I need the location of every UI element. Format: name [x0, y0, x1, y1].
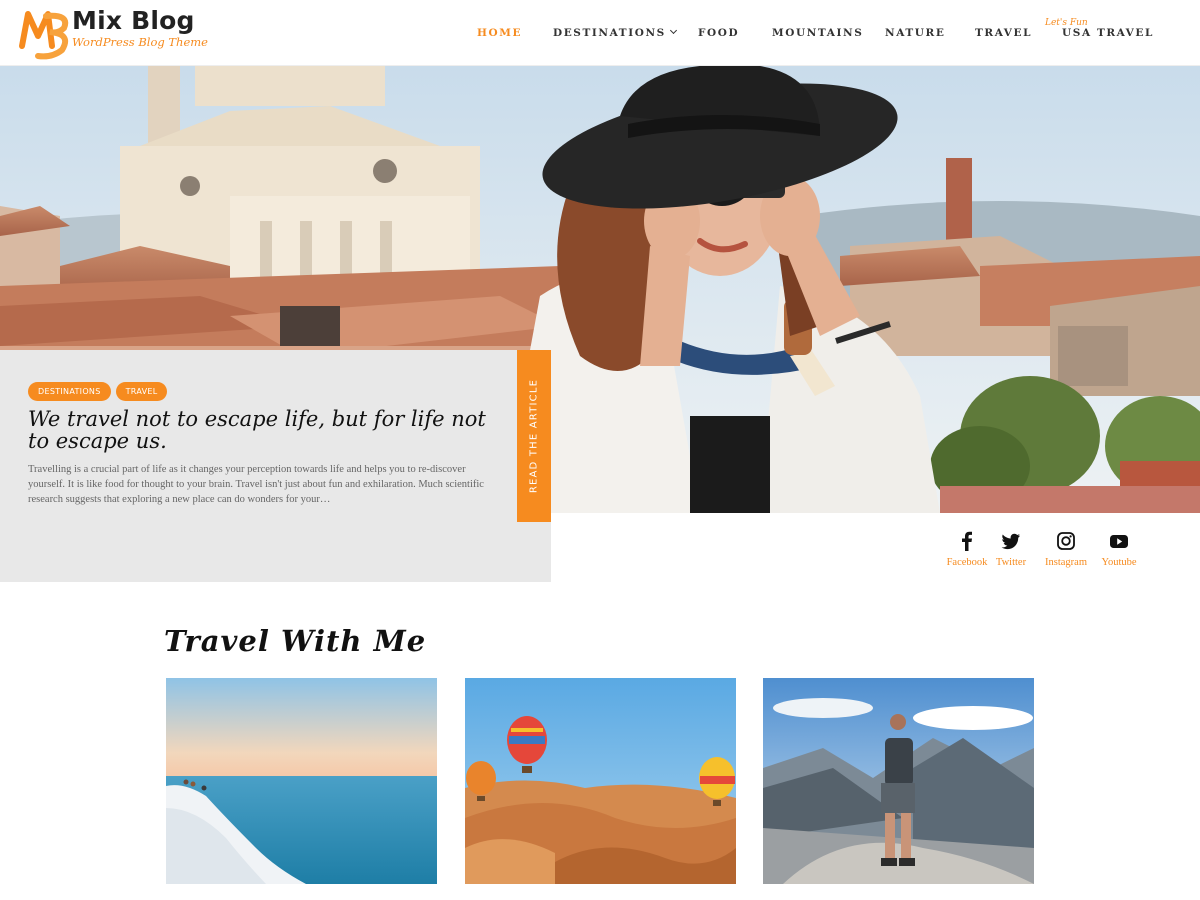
- instagram-icon: [1057, 532, 1075, 550]
- featured-post-title[interactable]: We travel not to escape life, but for li…: [28, 408, 498, 452]
- nav-item-destinations-label: Destinations: [553, 27, 666, 39]
- logo-mark-icon: [19, 11, 69, 60]
- social-twitter[interactable]: Twitter: [981, 530, 1041, 568]
- site-title: Mix Blog: [72, 6, 195, 35]
- site-logo[interactable]: Mix Blog WordPress Blog Theme: [18, 4, 208, 60]
- nav-item-mountains[interactable]: Mountains: [772, 27, 863, 39]
- read-article-button[interactable]: READ THE ARTICLE: [517, 350, 551, 522]
- main-navigation: Let's Fun Home Destinations Food Mountai…: [460, 0, 1200, 66]
- twitter-icon: [1001, 533, 1020, 550]
- mountain-hiker-thumbnail[interactable]: [763, 678, 1034, 884]
- desert-balloons-image: [465, 678, 736, 884]
- social-twitter-label: Twitter: [995, 557, 1027, 568]
- mountain-hiker-image: [763, 678, 1034, 884]
- featured-post-excerpt: Travelling is a crucial part of life as …: [28, 464, 484, 505]
- tag-travel[interactable]: TRAVEL: [115, 382, 168, 401]
- chevron-down-icon: [669, 26, 677, 35]
- nav-item-usa-travel[interactable]: USA Travel: [1062, 27, 1154, 39]
- sea-cliff-image: [166, 678, 437, 884]
- site-header: Mix Blog WordPress Blog Theme Let's Fun …: [0, 0, 1200, 66]
- nav-item-travel[interactable]: Travel: [975, 27, 1032, 39]
- social-instagram-label: Instagram: [1045, 557, 1087, 568]
- social-instagram[interactable]: Instagram: [1036, 530, 1096, 568]
- youtube-icon: [1110, 535, 1128, 548]
- sea-cliff-thumbnail[interactable]: [166, 678, 437, 884]
- post-tags: DESTINATIONS TRAVEL: [28, 381, 172, 401]
- social-youtube-label: Youtube: [1101, 557, 1137, 568]
- desert-balloons-thumbnail[interactable]: [465, 678, 736, 884]
- nav-item-food[interactable]: Food: [698, 27, 739, 39]
- nav-item-destinations[interactable]: Destinations: [553, 26, 677, 39]
- site-tagline: WordPress Blog Theme: [72, 35, 208, 49]
- section-title: Travel With Me: [164, 624, 427, 658]
- facebook-icon: [962, 531, 972, 551]
- read-article-label: READ THE ARTICLE: [528, 378, 540, 494]
- tag-destinations[interactable]: DESTINATIONS: [28, 382, 111, 401]
- nav-item-nature[interactable]: Nature: [885, 27, 945, 39]
- social-youtube[interactable]: Youtube: [1089, 530, 1149, 568]
- nav-item-home[interactable]: Home: [477, 27, 522, 39]
- featured-post-card: DESTINATIONS TRAVEL We travel not to esca…: [0, 350, 551, 582]
